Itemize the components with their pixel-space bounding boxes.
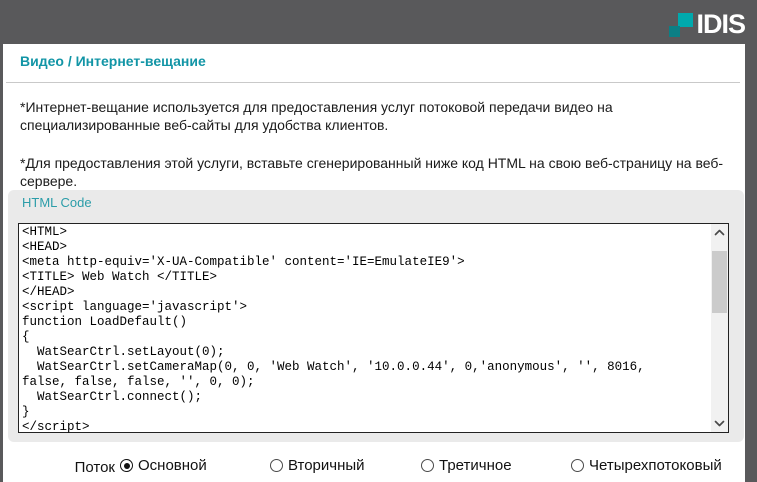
content-area: Видео / Интернет-вещание *Интернет-вещан… (3, 44, 745, 482)
stream-selector-row: Поток Основной Вторичный Третичное Четыр… (3, 455, 745, 482)
chevron-down-icon (714, 420, 725, 427)
logo-text: IDIS (696, 9, 745, 39)
stream-option-primary[interactable]: Основной (120, 457, 207, 474)
html-code-content[interactable]: <HTML> <HEAD> <meta http-equiv='X-UA-Com… (19, 224, 728, 436)
scrollbar-thumb[interactable] (712, 251, 727, 313)
radio-label-tertiary: Третичное (439, 457, 512, 474)
chevron-up-icon (714, 229, 725, 236)
title-divider (6, 82, 740, 83)
description-paragraph-2: *Для предоставления этой услуги, вставьт… (20, 154, 726, 190)
scroll-up-button[interactable] (711, 224, 728, 241)
page-title: Видео / Интернет-вещание (20, 53, 206, 69)
logo-square-bright (678, 13, 693, 27)
radio-label-primary: Основной (138, 457, 207, 474)
scroll-down-button[interactable] (711, 415, 728, 432)
stream-option-quaternary[interactable]: Четырехпотоковый (571, 457, 722, 474)
html-code-panel: HTML Code <HTML> <HEAD> <meta http-equiv… (8, 190, 744, 442)
app-header: IDIS (0, 0, 757, 44)
stream-label: Поток (43, 459, 115, 476)
radio-button-secondary[interactable] (270, 459, 283, 472)
logo-square-dark (669, 26, 680, 37)
radio-button-tertiary[interactable] (421, 459, 434, 472)
html-code-label: HTML Code (22, 195, 92, 210)
vertical-scrollbar[interactable] (711, 224, 728, 432)
stream-option-secondary[interactable]: Вторичный (270, 457, 365, 474)
radio-label-quaternary: Четырехпотоковый (589, 457, 722, 474)
radio-button-quaternary[interactable] (571, 459, 584, 472)
html-code-textarea[interactable]: <HTML> <HEAD> <meta http-equiv='X-UA-Com… (18, 223, 729, 433)
radio-label-secondary: Вторичный (288, 457, 365, 474)
radio-button-primary[interactable] (120, 459, 133, 472)
stream-option-tertiary[interactable]: Третичное (421, 457, 512, 474)
idis-logo: IDIS (669, 5, 745, 39)
description-paragraph-1: *Интернет-вещание используется для предо… (20, 98, 726, 134)
idis-logo-icon (669, 13, 694, 39)
